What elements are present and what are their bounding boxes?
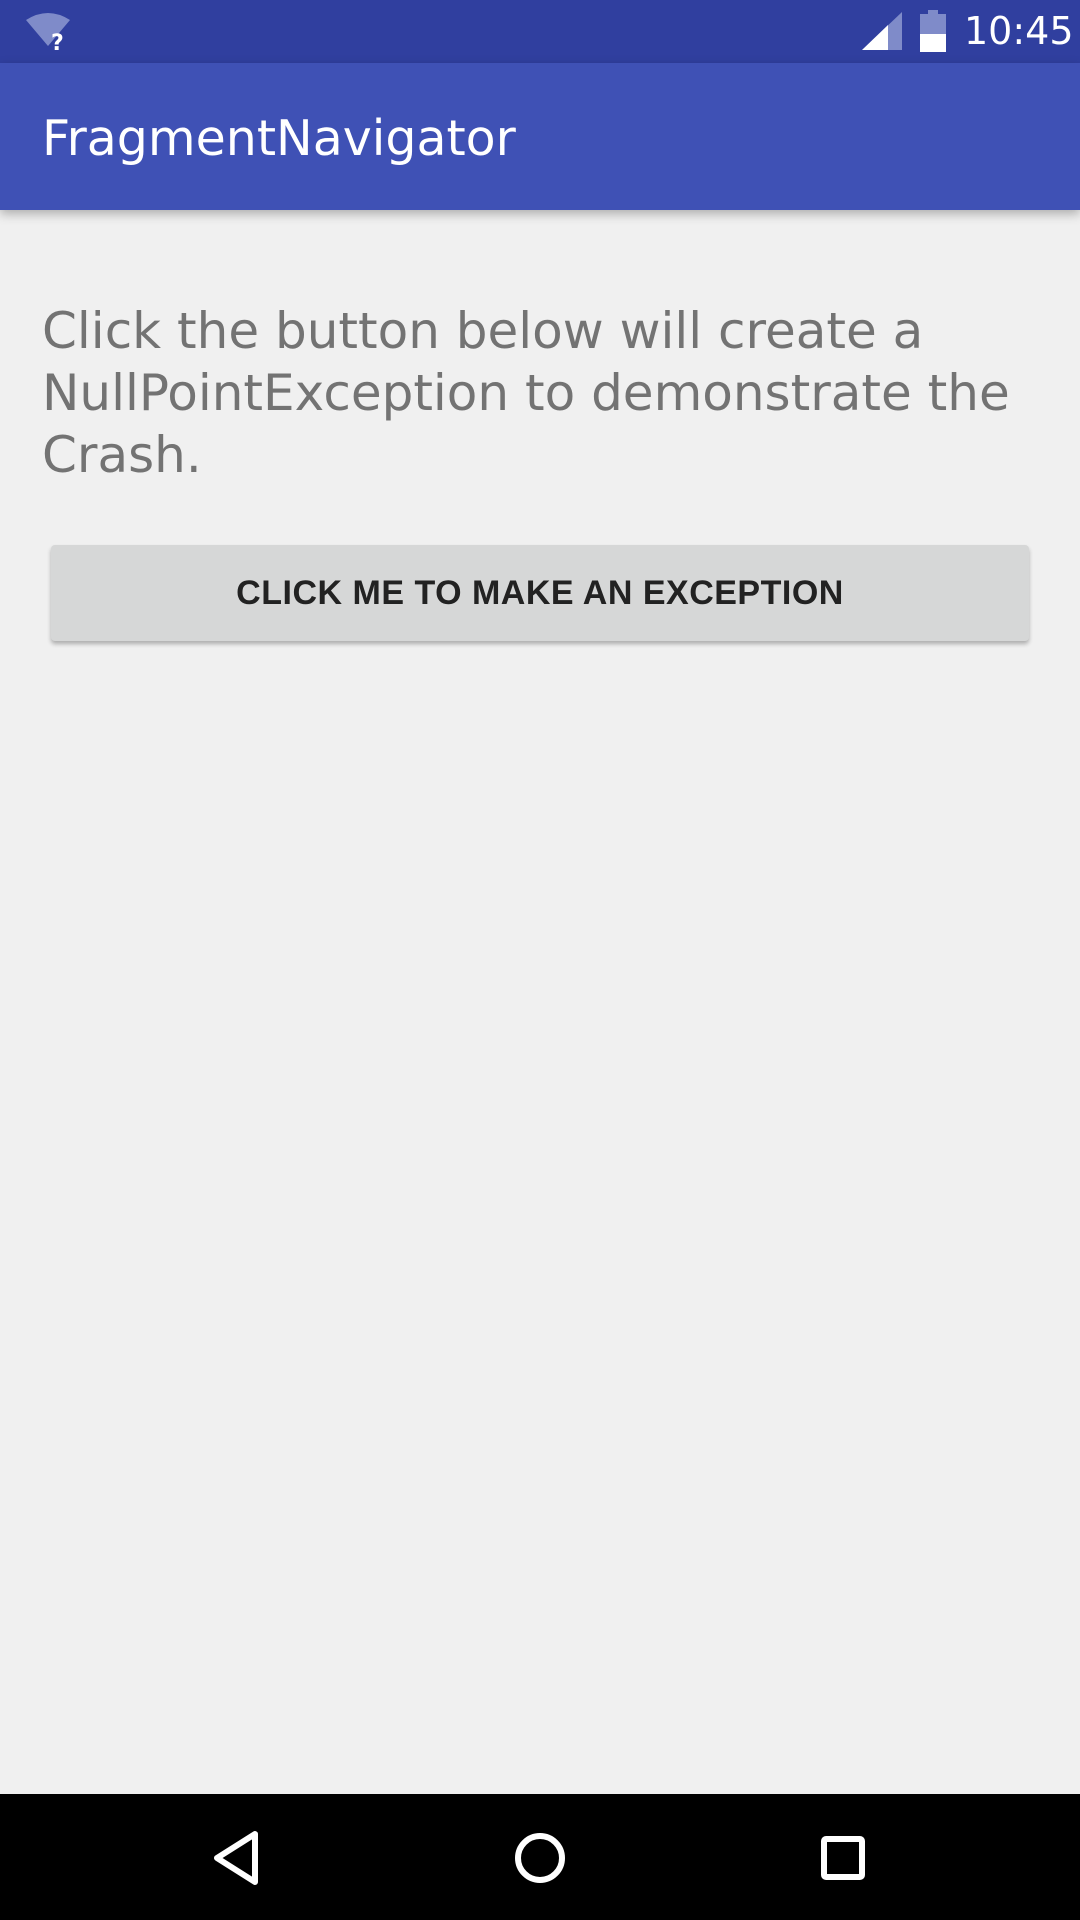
app-bar: FragmentNavigator — [0, 63, 1080, 210]
home-circle-icon — [515, 1833, 565, 1883]
status-bar: ? 10:45 — [0, 0, 1080, 63]
make-exception-button-label: CLICK ME TO MAKE AN EXCEPTION — [236, 573, 844, 612]
system-nav-bar — [0, 1794, 1080, 1920]
nav-back-button[interactable] — [196, 1818, 276, 1898]
status-clock: 10:45 — [964, 9, 1074, 53]
recents-square-icon — [821, 1836, 865, 1880]
description-text: Click the button below will create a Nul… — [42, 302, 1010, 484]
nav-home-button[interactable] — [500, 1818, 580, 1898]
app-title: FragmentNavigator — [42, 110, 516, 167]
battery-icon — [920, 10, 946, 52]
main-content: Click the button below will create a Nul… — [0, 210, 1080, 1794]
cell-signal-icon — [862, 12, 902, 50]
make-exception-button[interactable]: CLICK ME TO MAKE AN EXCEPTION — [51, 545, 1029, 641]
back-triangle-icon — [214, 1831, 258, 1885]
nav-recents-button[interactable] — [803, 1818, 883, 1898]
svg-text:?: ? — [51, 31, 64, 52]
wifi-unknown-icon: ? — [26, 13, 70, 52]
